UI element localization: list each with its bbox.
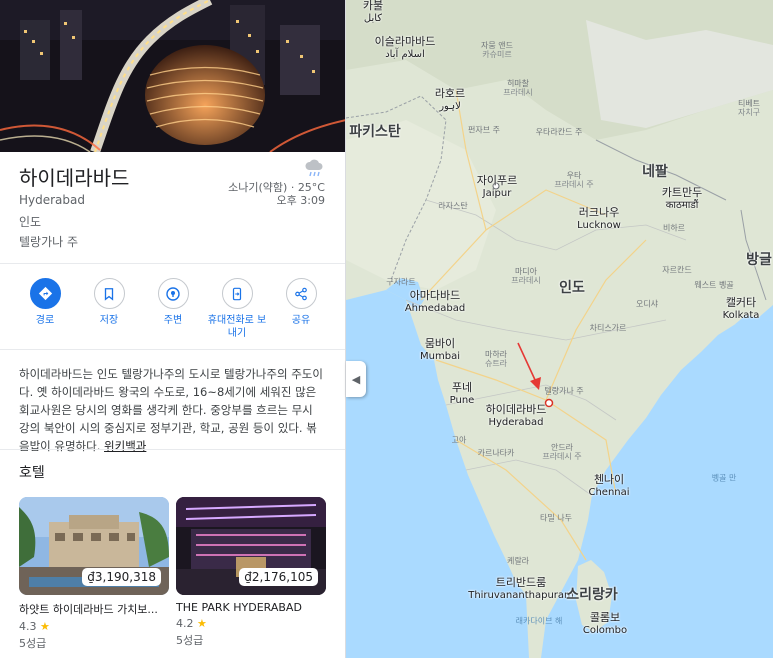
hotel-photo[interactable]: ₫2,176,105 xyxy=(176,497,326,595)
map-label-india[interactable]: 인도 xyxy=(559,280,585,296)
map-label-rajasthan: 라자스탄 xyxy=(438,201,468,211)
directions-icon xyxy=(38,286,52,301)
map-label-sri-lanka[interactable]: 스리랑카 xyxy=(566,587,618,603)
hotel-card[interactable]: ₫2,176,105 THE PARK HYDERABAD 4.2 ★ 5성급 xyxy=(176,497,326,648)
wikipedia-link[interactable]: 위키백과 xyxy=(104,439,146,453)
save-button[interactable]: 저장 xyxy=(78,278,140,340)
map-label-andhra: 안드라 프라데시 주 xyxy=(542,442,582,461)
divider xyxy=(0,349,345,350)
map-label-madhya: 마디아 프라데시 xyxy=(511,266,541,285)
map-label-hyderabad[interactable]: 하이데라바드 Hyderabad xyxy=(486,403,547,428)
map-label-bay-of-bengal: 벵골 만 xyxy=(711,473,737,483)
map-label-bihar: 비하르 xyxy=(662,223,686,233)
map-label-uttarakhand: 우타라칸드 주 xyxy=(535,127,583,137)
nearby-label: 주변 xyxy=(163,315,183,326)
share-button[interactable]: 공유 xyxy=(270,278,332,340)
map-label-thiruvananthapuram[interactable]: 트리반드룸 Thiruvananthapuram xyxy=(468,576,574,601)
place-title: 하이데라바드 xyxy=(19,166,130,190)
map-label-tibet: 티베트 자치구 xyxy=(737,98,761,117)
map-label-punjab: 펀자브 주 xyxy=(468,125,500,135)
map-label-kabul[interactable]: 카불 کابل xyxy=(363,0,383,24)
map-label-karnataka: 카르나타카 xyxy=(477,448,515,458)
send-to-phone-button[interactable]: 휴대전화로 보내기 xyxy=(206,278,268,340)
rain-cloud-icon xyxy=(305,159,323,177)
hotel-price: ₫2,176,105 xyxy=(239,568,318,586)
rating-value: 4.2 xyxy=(176,617,194,630)
directions-label: 경로 xyxy=(35,315,55,326)
share-label: 공유 xyxy=(291,315,311,326)
nearby-icon xyxy=(166,286,180,301)
hotel-class: 5성급 xyxy=(19,637,47,650)
place-panel: 하이데라바드 Hyderabad 인도 텔랑가나 주 소나기(약함) · 25°… xyxy=(0,0,346,658)
weather-condition-temp: 소나기(약함) · 25°C xyxy=(228,181,325,194)
map-label-lucknow[interactable]: 러크나우 Lucknow xyxy=(577,206,621,231)
map-label-jaipur[interactable]: 자이푸르 Jaipur xyxy=(477,174,517,199)
hotel-name[interactable]: THE PARK HYDERABAD xyxy=(176,601,326,614)
map-label-pakistan[interactable]: 파키스탄 xyxy=(349,124,401,140)
hotels-section-title: 호텔 xyxy=(19,465,45,481)
map-label-colombo[interactable]: 콜롬보 Colombo xyxy=(583,611,627,636)
place-country: 인도 xyxy=(19,215,42,229)
weather-widget[interactable]: 소나기(약함) · 25°C 오후 3:09 xyxy=(228,157,325,207)
hero-photo-art xyxy=(0,0,345,152)
weather-time: 오후 3:09 xyxy=(276,194,325,208)
hotel-rating: 4.3 ★ xyxy=(19,620,169,633)
map-base-layer xyxy=(346,0,773,658)
map-label-kathmandu[interactable]: 카트만두 काठमाडौं xyxy=(662,186,702,211)
map-label-jharkhand: 자르칸드 xyxy=(662,265,692,275)
collapse-panel-button[interactable]: ◀ xyxy=(346,361,366,397)
send-to-phone-label: 휴대전화로 보내기 xyxy=(207,315,267,339)
hotel-price: ₫3,190,318 xyxy=(82,568,161,586)
map-label-odisha: 오디샤 xyxy=(635,299,659,309)
hotel-photo[interactable]: ₫3,190,318 xyxy=(19,497,169,595)
divider xyxy=(0,263,345,264)
map-label-telangana: 텔랑가나 주 xyxy=(544,386,584,396)
place-region: 텔랑가나 주 xyxy=(19,235,79,249)
map-label-nepal[interactable]: 네팔 xyxy=(642,164,668,180)
map-label-lahore[interactable]: 라호르 لاہور xyxy=(435,87,465,112)
map-canvas[interactable]: 카불 کابل 이슬라마바드 اسلام آباد 자뭄 앤드 카슈미르 히마찰 프라데… xyxy=(346,0,773,658)
map-label-tamil-nadu: 타밀 나두 xyxy=(540,513,572,523)
send-to-phone-icon xyxy=(232,287,242,300)
hotel-rating: 4.2 ★ xyxy=(176,617,326,630)
action-bar: 경로 저장 주변 휴대전화로 보내기 공유 xyxy=(14,278,332,340)
map-label-bangladesh[interactable]: 방글 xyxy=(746,252,772,268)
map-label-islamabad[interactable]: 이슬라마바드 اسلام آباد xyxy=(375,35,436,60)
map-label-chhattisgarh: 차티스가르 xyxy=(589,323,627,333)
save-label: 저장 xyxy=(99,315,119,326)
map-label-jammu-kashmir: 자뭄 앤드 카슈미르 xyxy=(481,40,513,59)
map-label-uttar-pradesh: 우타 프라데시 주 xyxy=(554,170,594,189)
map-label-laccadive-sea: 래카다이브 해 xyxy=(515,616,563,626)
map-label-mumbai[interactable]: 뭄바이 Mumbai xyxy=(420,337,460,362)
hotel-class: 5성급 xyxy=(176,634,204,647)
star-icon: ★ xyxy=(40,620,50,633)
divider xyxy=(0,449,345,450)
map-label-ahmedabad[interactable]: 아마다바드 Ahmedabad xyxy=(405,289,465,314)
map-label-goa: 고아 xyxy=(451,435,467,445)
place-subtitle: Hyderabad xyxy=(19,193,85,207)
map-label-pune[interactable]: 푸네 Pune xyxy=(450,381,475,406)
map-label-west-bengal: 웨스트 벵골 xyxy=(694,280,734,290)
chevron-left-icon: ◀ xyxy=(351,372,361,386)
map-label-himachal: 히마찰 프라데시 xyxy=(503,78,533,97)
description-text: 하이데라바드는 인도 텔랑가나주의 도시로 텔랑가나주의 주도이다. 옛 하이데… xyxy=(19,367,323,453)
map-label-chennai[interactable]: 첸나이 Chennai xyxy=(588,473,629,498)
map-label-kolkata[interactable]: 캘커타 Kolkata xyxy=(723,296,760,321)
hotel-name[interactable]: 하얏트 하이데라바드 가치보... xyxy=(19,601,169,617)
map-label-maharashtra: 마하라 슈트라 xyxy=(484,349,508,368)
rating-value: 4.3 xyxy=(19,620,37,633)
share-icon xyxy=(295,287,307,300)
star-icon: ★ xyxy=(197,617,207,630)
hotel-card[interactable]: ₫3,190,318 하얏트 하이데라바드 가치보... 4.3 ★ 5성급 xyxy=(19,497,169,651)
place-description: 하이데라바드는 인도 텔랑가나주의 도시로 텔랑가나주의 주도이다. 옛 하이데… xyxy=(19,365,324,455)
nearby-button[interactable]: 주변 xyxy=(142,278,204,340)
map-label-kerala: 케랄라 xyxy=(506,556,530,566)
bookmark-icon xyxy=(104,287,114,301)
map-label-gujarat: 구자라트 xyxy=(386,277,416,287)
hero-photo[interactable] xyxy=(0,0,345,152)
directions-button[interactable]: 경로 xyxy=(14,278,76,340)
